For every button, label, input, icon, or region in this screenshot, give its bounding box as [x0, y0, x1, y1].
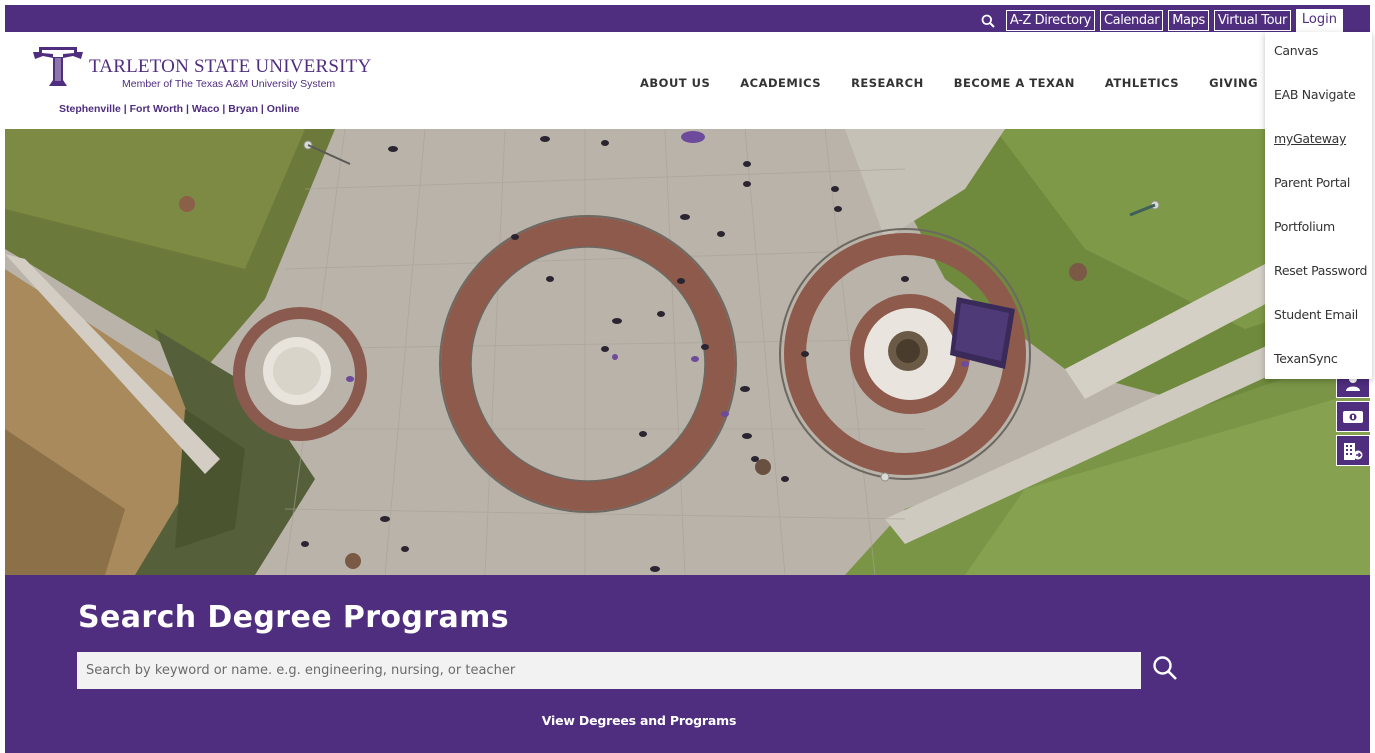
- degree-search-input[interactable]: [77, 652, 1141, 689]
- building-icon[interactable]: [1336, 435, 1370, 466]
- system-membership-text: Member of The Texas A&M University Syste…: [122, 78, 336, 90]
- utility-items: A-Z Directory Calendar Maps Virtual Tour…: [977, 8, 1343, 33]
- login-button[interactable]: Login: [1295, 9, 1343, 33]
- calendar-link[interactable]: Calendar: [1099, 10, 1164, 31]
- hero-aerial-image: [5, 129, 1370, 575]
- nav-athletics[interactable]: ATHLETICS: [1090, 76, 1194, 90]
- nav-giving[interactable]: GIVING: [1194, 76, 1273, 90]
- view-degrees-link[interactable]: View Degrees and Programs: [5, 713, 1273, 728]
- search-section-title: Search Degree Programs: [78, 600, 510, 635]
- login-menu-item-reset-password[interactable]: Reset Password: [1274, 263, 1367, 278]
- nav-research[interactable]: RESEARCH: [836, 76, 939, 90]
- utility-bar: A-Z Directory Calendar Maps Virtual Tour…: [5, 5, 1370, 33]
- login-menu-item-mygateway[interactable]: myGateway: [1274, 131, 1346, 146]
- nav-about-us[interactable]: ABOUT US: [625, 76, 725, 90]
- login-menu-item-parent-portal[interactable]: Parent Portal: [1274, 175, 1350, 190]
- login-menu-item-canvas[interactable]: Canvas: [1274, 43, 1318, 58]
- university-name[interactable]: TARLETON STATE UNIVERSITY: [89, 56, 371, 78]
- virtual-tour-link[interactable]: Virtual Tour: [1213, 10, 1291, 31]
- login-menu-item-portfolium[interactable]: Portfolium: [1274, 219, 1335, 234]
- money-icon[interactable]: [1336, 401, 1370, 432]
- site-header: TARLETON STATE UNIVERSITY Member of The …: [5, 32, 1370, 129]
- campus-list[interactable]: Stephenville | Fort Worth | Waco | Bryan…: [59, 103, 299, 115]
- search-icon[interactable]: [977, 10, 999, 31]
- search-submit-icon[interactable]: [1150, 653, 1180, 683]
- nav-become-a-texan[interactable]: BECOME A TEXAN: [939, 76, 1090, 90]
- login-menu-item-student-email[interactable]: Student Email: [1274, 307, 1358, 322]
- main-nav: ABOUT US ACADEMICS RESEARCH BECOME A TEX…: [625, 76, 1273, 90]
- page: A-Z Directory Calendar Maps Virtual Tour…: [0, 0, 1375, 753]
- az-directory-link[interactable]: A-Z Directory: [1005, 10, 1095, 31]
- maps-link[interactable]: Maps: [1168, 10, 1209, 31]
- university-logo-icon[interactable]: [29, 44, 87, 90]
- nav-academics[interactable]: ACADEMICS: [725, 76, 836, 90]
- login-menu-item-eab-navigate[interactable]: EAB Navigate: [1274, 87, 1356, 102]
- degree-search-section: Search Degree Programs View Degrees and …: [5, 575, 1370, 753]
- login-dropdown-menu: Canvas EAB Navigate myGateway Parent Por…: [1265, 32, 1372, 379]
- side-quick-links: [1336, 367, 1370, 466]
- login-menu-item-texansync[interactable]: TexanSync: [1274, 351, 1338, 366]
